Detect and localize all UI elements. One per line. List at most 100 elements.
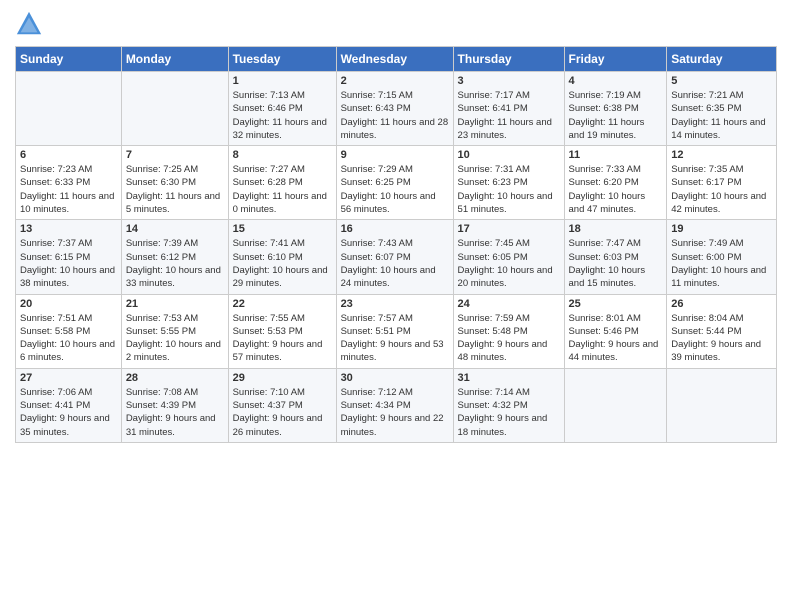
week-row-3: 13Sunrise: 7:37 AMSunset: 6:15 PMDayligh…	[16, 220, 777, 294]
cell-4-5: 24 Sunrise: 7:59 AMSunset: 5:48 PMDayligh…	[453, 294, 564, 368]
day-number: 2	[341, 75, 449, 87]
calendar-body: 1 Sunrise: 7:13 AMSunset: 6:46 PMDaylight…	[16, 72, 777, 443]
day-info: Sunrise: 7:13 AMSunset: 6:46 PMDaylight:…	[233, 89, 332, 142]
cell-1-3: 1 Sunrise: 7:13 AMSunset: 6:46 PMDaylight…	[228, 72, 336, 146]
day-info: Sunrise: 7:55 AMSunset: 5:53 PMDaylight:…	[233, 312, 332, 365]
day-info: Sunrise: 7:33 AMSunset: 6:20 PMDaylight:…	[569, 163, 663, 216]
day-number: 28	[126, 372, 224, 384]
week-row-2: 6 Sunrise: 7:23 AMSunset: 6:33 PMDaylight…	[16, 146, 777, 220]
day-header-wednesday: Wednesday	[336, 47, 453, 72]
cell-2-4: 9 Sunrise: 7:29 AMSunset: 6:25 PMDaylight…	[336, 146, 453, 220]
cell-3-7: 19 Sunrise: 7:49 AMSunset: 6:00 PMDayligh…	[667, 220, 777, 294]
cell-1-7: 5 Sunrise: 7:21 AMSunset: 6:35 PMDaylight…	[667, 72, 777, 146]
day-number: 27	[20, 372, 117, 384]
day-number: 14	[126, 223, 224, 235]
day-info: Sunrise: 8:04 AMSunset: 5:44 PMDaylight:…	[671, 312, 772, 365]
day-number: 29	[233, 372, 332, 384]
cell-2-5: 10 Sunrise: 7:31 AMSunset: 6:23 PMDayligh…	[453, 146, 564, 220]
day-number: 9	[341, 149, 449, 161]
day-info: Sunrise: 7:59 AMSunset: 5:48 PMDaylight:…	[458, 312, 560, 365]
day-info: Sunrise: 7:14 AMSunset: 4:32 PMDaylight:…	[458, 386, 560, 439]
cell-4-2: 21 Sunrise: 7:53 AMSunset: 5:55 PMDayligh…	[121, 294, 228, 368]
day-number: 5	[671, 75, 772, 87]
day-info: Sunrise: 7:39 AMSunset: 6:12 PMDaylight:…	[126, 237, 224, 290]
cell-5-3: 29 Sunrise: 7:10 AMSunset: 4:37 PMDayligh…	[228, 368, 336, 442]
cell-3-1: 13Sunrise: 7:37 AMSunset: 6:15 PMDayligh…	[16, 220, 122, 294]
day-number: 12	[671, 149, 772, 161]
cell-2-7: 12 Sunrise: 7:35 AMSunset: 6:17 PMDayligh…	[667, 146, 777, 220]
day-number: 7	[126, 149, 224, 161]
day-info: Sunrise: 7:41 AMSunset: 6:10 PMDaylight:…	[233, 237, 332, 290]
cell-2-2: 7 Sunrise: 7:25 AMSunset: 6:30 PMDaylight…	[121, 146, 228, 220]
day-info: Sunrise: 7:08 AMSunset: 4:39 PMDaylight:…	[126, 386, 224, 439]
day-info: Sunrise: 7:47 AMSunset: 6:03 PMDaylight:…	[569, 237, 663, 290]
day-number: 17	[458, 223, 560, 235]
day-header-thursday: Thursday	[453, 47, 564, 72]
cell-1-2	[121, 72, 228, 146]
day-info: Sunrise: 7:49 AMSunset: 6:00 PMDaylight:…	[671, 237, 772, 290]
cell-3-4: 16 Sunrise: 7:43 AMSunset: 6:07 PMDayligh…	[336, 220, 453, 294]
week-row-1: 1 Sunrise: 7:13 AMSunset: 6:46 PMDaylight…	[16, 72, 777, 146]
cell-3-6: 18 Sunrise: 7:47 AMSunset: 6:03 PMDayligh…	[564, 220, 667, 294]
day-info: Sunrise: 7:19 AMSunset: 6:38 PMDaylight:…	[569, 89, 663, 142]
day-header-saturday: Saturday	[667, 47, 777, 72]
day-info: Sunrise: 7:51 AMSunset: 5:58 PMDaylight:…	[20, 312, 117, 365]
cell-1-4: 2Sunrise: 7:15 AMSunset: 6:43 PMDaylight…	[336, 72, 453, 146]
cell-5-1: 27 Sunrise: 7:06 AMSunset: 4:41 PMDayligh…	[16, 368, 122, 442]
day-number: 20	[20, 298, 117, 310]
day-number: 22	[233, 298, 332, 310]
cell-4-1: 20 Sunrise: 7:51 AMSunset: 5:58 PMDayligh…	[16, 294, 122, 368]
cell-5-7	[667, 368, 777, 442]
day-header-friday: Friday	[564, 47, 667, 72]
day-number: 6	[20, 149, 117, 161]
day-number: 15	[233, 223, 332, 235]
day-number: 21	[126, 298, 224, 310]
day-info: Sunrise: 7:37 AMSunset: 6:15 PMDaylight:…	[20, 237, 117, 290]
cell-3-3: 15 Sunrise: 7:41 AMSunset: 6:10 PMDayligh…	[228, 220, 336, 294]
day-info: Sunrise: 7:17 AMSunset: 6:41 PMDaylight:…	[458, 89, 560, 142]
day-info: Sunrise: 7:12 AMSunset: 4:34 PMDaylight:…	[341, 386, 449, 439]
day-info: Sunrise: 7:25 AMSunset: 6:30 PMDaylight:…	[126, 163, 224, 216]
day-info: Sunrise: 7:21 AMSunset: 6:35 PMDaylight:…	[671, 89, 772, 142]
page-container: SundayMondayTuesdayWednesdayThursdayFrid…	[0, 0, 792, 453]
day-info: Sunrise: 7:35 AMSunset: 6:17 PMDaylight:…	[671, 163, 772, 216]
week-row-4: 20 Sunrise: 7:51 AMSunset: 5:58 PMDayligh…	[16, 294, 777, 368]
day-info: Sunrise: 7:43 AMSunset: 6:07 PMDaylight:…	[341, 237, 449, 290]
day-info: Sunrise: 7:10 AMSunset: 4:37 PMDaylight:…	[233, 386, 332, 439]
day-info: Sunrise: 7:29 AMSunset: 6:25 PMDaylight:…	[341, 163, 449, 216]
day-info: Sunrise: 7:57 AMSunset: 5:51 PMDaylight:…	[341, 312, 449, 365]
cell-5-5: 31Sunrise: 7:14 AMSunset: 4:32 PMDayligh…	[453, 368, 564, 442]
cell-4-6: 25Sunrise: 8:01 AMSunset: 5:46 PMDayligh…	[564, 294, 667, 368]
cell-2-6: 11Sunrise: 7:33 AMSunset: 6:20 PMDayligh…	[564, 146, 667, 220]
cell-1-5: 3 Sunrise: 7:17 AMSunset: 6:41 PMDaylight…	[453, 72, 564, 146]
day-info: Sunrise: 7:31 AMSunset: 6:23 PMDaylight:…	[458, 163, 560, 216]
day-number: 24	[458, 298, 560, 310]
day-info: Sunrise: 7:23 AMSunset: 6:33 PMDaylight:…	[20, 163, 117, 216]
header	[15, 10, 777, 38]
day-number: 16	[341, 223, 449, 235]
header-row: SundayMondayTuesdayWednesdayThursdayFrid…	[16, 47, 777, 72]
cell-1-6: 4Sunrise: 7:19 AMSunset: 6:38 PMDaylight…	[564, 72, 667, 146]
day-header-sunday: Sunday	[16, 47, 122, 72]
logo-icon	[15, 10, 43, 38]
day-number: 30	[341, 372, 449, 384]
cell-1-1	[16, 72, 122, 146]
cell-5-2: 28 Sunrise: 7:08 AMSunset: 4:39 PMDayligh…	[121, 368, 228, 442]
day-number: 3	[458, 75, 560, 87]
day-number: 19	[671, 223, 772, 235]
day-info: Sunrise: 7:53 AMSunset: 5:55 PMDaylight:…	[126, 312, 224, 365]
day-number: 18	[569, 223, 663, 235]
day-number: 23	[341, 298, 449, 310]
cell-4-4: 23 Sunrise: 7:57 AMSunset: 5:51 PMDayligh…	[336, 294, 453, 368]
day-info: Sunrise: 7:45 AMSunset: 6:05 PMDaylight:…	[458, 237, 560, 290]
day-info: Sunrise: 7:27 AMSunset: 6:28 PMDaylight:…	[233, 163, 332, 216]
day-number: 26	[671, 298, 772, 310]
cell-3-5: 17 Sunrise: 7:45 AMSunset: 6:05 PMDayligh…	[453, 220, 564, 294]
day-number: 10	[458, 149, 560, 161]
day-info: Sunrise: 8:01 AMSunset: 5:46 PMDaylight:…	[569, 312, 663, 365]
day-info: Sunrise: 7:06 AMSunset: 4:41 PMDaylight:…	[20, 386, 117, 439]
day-number: 1	[233, 75, 332, 87]
calendar-table: SundayMondayTuesdayWednesdayThursdayFrid…	[15, 46, 777, 443]
cell-5-6	[564, 368, 667, 442]
cell-4-3: 22 Sunrise: 7:55 AMSunset: 5:53 PMDayligh…	[228, 294, 336, 368]
